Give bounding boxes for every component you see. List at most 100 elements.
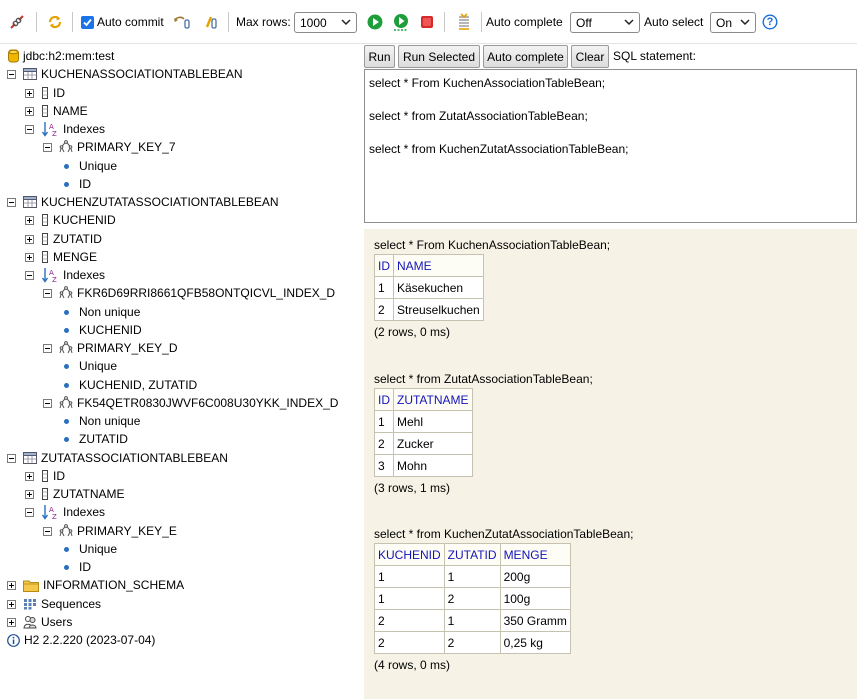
tree-index[interactable]: FK54QETR0830JWVF6C008U30YKK_INDEX_D [43,394,338,412]
tree-users[interactable]: Users [7,613,72,631]
tree-column[interactable]: NAME [25,102,88,120]
result-column-header[interactable]: KUCHENID [374,543,445,566]
expand-icon[interactable] [25,215,34,225]
help-button[interactable]: ? [760,11,780,33]
collapse-icon[interactable] [7,197,16,207]
result-column-header[interactable]: MENGE [499,543,571,566]
collapse-icon[interactable] [43,526,52,536]
tree-table[interactable]: KUCHENASSOCIATIONTABLEBEAN [7,65,243,83]
collapse-icon[interactable] [43,398,52,408]
tree-table[interactable]: KUCHENZUTATASSOCIATIONTABLEBEAN [7,193,279,211]
collapse-icon[interactable] [25,270,34,280]
sql-line: select * from ZutatAssociationTableBean; [369,109,588,123]
auto-complete-button[interactable]: Auto complete [483,45,568,68]
history-button[interactable] [454,11,474,33]
tree-indexes[interactable]: A Z Indexes [25,266,105,284]
sql-line [369,92,852,109]
tree-index-property: ID [64,558,91,576]
tree-information-schema[interactable]: INFORMATION_SCHEMA [7,576,184,594]
max-rows-select[interactable]: 1000 [294,12,357,33]
tree-index[interactable]: PRIMARY_KEY_E [43,522,177,540]
result-cell: 2 [374,609,445,632]
tree-indexes[interactable]: A Z Indexes [25,503,105,521]
result-cell: 3 [374,454,394,477]
collapse-icon[interactable] [43,142,52,152]
result-cell: 1 [374,276,394,299]
tree-table[interactable]: ZUTATASSOCIATIONTABLEBEAN [7,449,228,467]
auto-select-value: On [716,15,733,30]
rollback-button[interactable] [172,11,192,33]
disconnect-button[interactable] [7,11,27,33]
index-property: KUCHENID, ZUTATID [79,378,198,392]
clear-button[interactable]: Clear [571,45,609,68]
table-row: 1 Käsekuchen [374,276,484,299]
refresh-button[interactable] [45,11,65,33]
auto-select-select[interactable]: On [710,12,756,33]
result-column-header[interactable]: NAME [393,254,484,277]
expand-icon[interactable] [25,489,34,499]
help-glyph: ? [766,16,774,28]
version-label: H2 2.2.220 (2023-07-04) [24,633,156,647]
chevron-down-icon [624,16,634,31]
expand-icon[interactable] [25,106,34,116]
result-column-header[interactable]: ZUTATID [443,543,501,566]
column-icon [41,233,49,245]
bullet-icon [64,363,69,369]
tree-connection[interactable]: jdbc:h2:mem:test [8,47,114,65]
result-column-header[interactable]: ZUTATNAME [393,388,473,411]
commit-icon [202,12,222,32]
collapse-icon[interactable] [43,288,52,298]
collapse-icon[interactable] [25,124,34,134]
expand-icon[interactable] [7,580,16,590]
auto-commit-checkbox[interactable]: Auto commit [81,11,164,33]
expand-icon[interactable] [25,88,34,98]
expand-icon[interactable] [7,599,16,609]
indexes-label: Indexes [63,268,106,282]
run-selected-button[interactable]: Run Selected [398,45,480,68]
run-selected-toolbar-button[interactable] [391,11,411,33]
tree-index[interactable]: FKR6D69RRI8661QFB58ONTQICVL_INDEX_D [43,284,335,302]
result-column-header[interactable]: ID [374,388,394,411]
sql-line [369,125,852,142]
toolbar: Auto commit Max rows: 1000 Auto complete… [0,0,857,44]
sql-editor[interactable]: select * From KuchenAssociationTableBean… [364,69,857,223]
collapse-icon[interactable] [7,453,16,463]
expand-icon[interactable] [25,471,34,481]
tree-column[interactable]: MENGE [25,248,97,266]
expand-icon[interactable] [25,234,34,244]
tree-index[interactable]: PRIMARY_KEY_7 [43,138,176,156]
indexes-label: Indexes [63,505,106,519]
stop-button[interactable] [417,11,437,33]
expand-icon[interactable] [25,252,34,262]
run-toolbar-button[interactable] [365,11,385,33]
tree-index[interactable]: PRIMARY_KEY_D [43,339,177,357]
bullet-icon [64,327,69,333]
result-cell: 2 [443,631,501,654]
run-button[interactable]: Run [364,45,395,68]
sql-statement-label: SQL statement: [613,49,696,63]
tree-indexes[interactable]: A Z Indexes [25,120,105,138]
commit-button[interactable] [202,11,222,33]
tree-index-property: KUCHENID, ZUTATID [64,376,197,394]
index-property: Non unique [79,305,141,319]
result-table: ID NAME 1 Käsekuchen 2 Streuselkuchen [374,254,484,321]
column-icon [41,87,49,99]
auto-complete-select[interactable]: Off [570,12,640,33]
tree-column[interactable]: ID [25,467,65,485]
collapse-icon[interactable] [7,69,16,79]
collapse-icon[interactable] [43,343,52,353]
column-name: ID [53,469,65,483]
result-column-header[interactable]: ID [374,254,394,277]
svg-text:Z: Z [52,130,57,137]
tree-column[interactable]: ZUTATID [25,230,102,248]
tree-column[interactable]: KUCHENID [25,211,116,229]
tree-sequences[interactable]: Sequences [7,595,101,613]
expand-icon[interactable] [7,617,16,627]
index-name: FK54QETR0830JWVF6C008U30YKK_INDEX_D [77,396,339,410]
tree-column[interactable]: ID [25,84,65,102]
index-property: ID [79,560,91,574]
collapse-icon[interactable] [25,507,34,517]
index-name: PRIMARY_KEY_E [77,524,177,538]
tree-column[interactable]: ZUTATNAME [25,485,125,503]
max-rows-label: Max rows: [236,15,291,29]
